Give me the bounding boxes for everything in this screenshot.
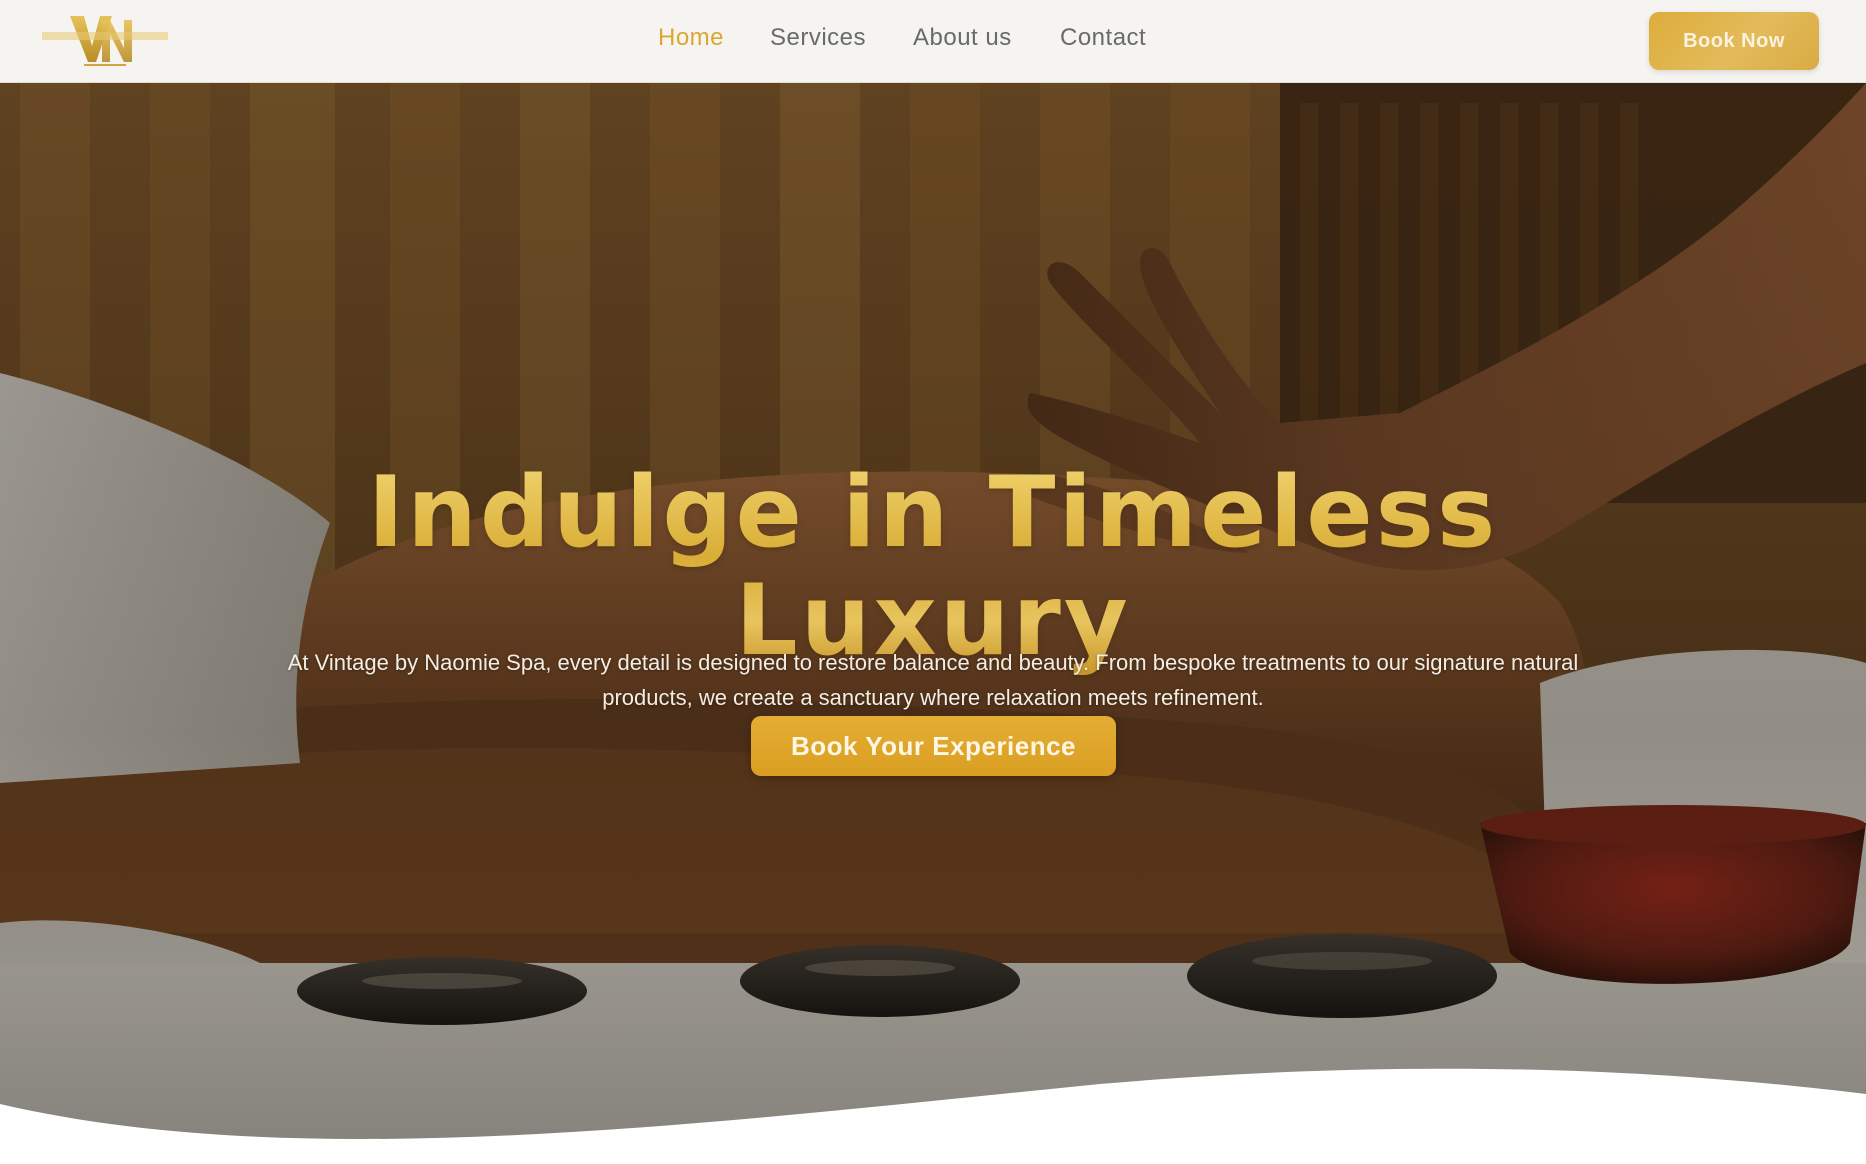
hero-section: Indulge in Timeless Luxury At Vintage by… [0,83,1866,1164]
book-now-button[interactable]: Book Now [1649,12,1819,70]
nav-item-about-us[interactable]: About us [913,24,1012,52]
hero-description: At Vintage by Naomie Spa, every detail i… [287,650,1579,710]
hero-title: Indulge in Timeless Luxury [0,459,1866,675]
hero-bottom-wave [0,1068,1866,1164]
book-your-experience-button[interactable]: Book Your Experience [751,716,1116,776]
nav-item-home[interactable]: Home [658,24,724,52]
page: Home Services About us Contact Book Now [0,0,1866,1164]
top-navigation-bar: Home Services About us Contact Book Now [0,0,1866,83]
hero-title-line-1: Indulge in Timeless [367,455,1499,570]
nav-item-services[interactable]: Services [770,24,866,52]
main-nav: Home Services About us Contact [0,0,1866,83]
nav-item-contact[interactable]: Contact [1060,24,1146,52]
